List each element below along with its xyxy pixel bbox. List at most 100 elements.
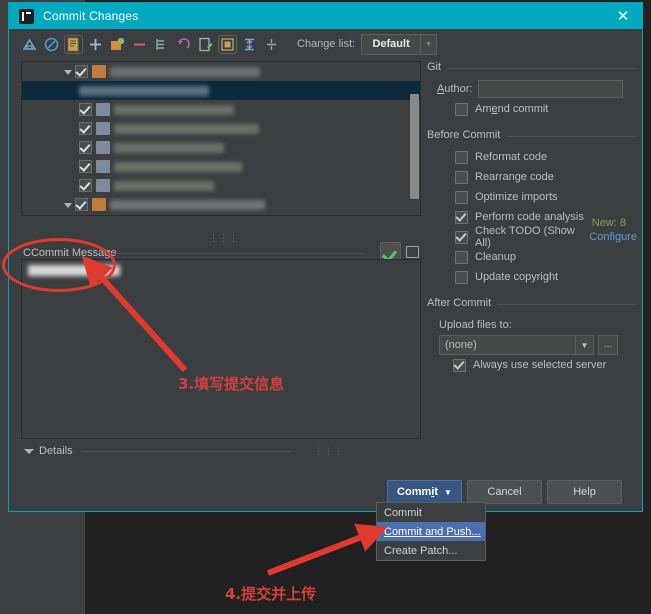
row-checkbox[interactable]	[79, 103, 92, 116]
expand-all-icon[interactable]	[263, 36, 280, 53]
collapse-all-icon[interactable]	[241, 36, 258, 53]
option-optimize-imports[interactable]: Optimize imports	[425, 187, 637, 207]
splitter-handle[interactable]: ⋮⋮⋮	[209, 233, 239, 244]
file-icon	[96, 103, 110, 116]
row-label-redacted	[114, 142, 224, 153]
show-diff-icon[interactable]	[21, 36, 38, 53]
always-use-server-label: Always use selected server	[473, 359, 607, 371]
help-button[interactable]: Help	[547, 480, 622, 504]
table-row[interactable]	[22, 214, 420, 215]
commit-button-label: Commit	[397, 486, 439, 498]
group-by-icon[interactable]	[153, 36, 170, 53]
commit-options-panel: Git Author: Amend commit Before Commit R…	[425, 61, 637, 377]
preview-diff-icon[interactable]	[218, 34, 237, 54]
perform-code-analysis-checkbox[interactable]	[455, 210, 468, 224]
tree-scrollbar[interactable]	[410, 94, 419, 199]
folder-icon	[92, 65, 106, 78]
cleanup-label: Cleanup	[475, 251, 516, 263]
changelist-combo[interactable]: Default ▼	[361, 33, 438, 55]
chevron-down-icon[interactable]: ▼	[444, 488, 452, 497]
rollback-icon[interactable]	[175, 36, 192, 53]
reformat-code-label: Reformat code	[475, 151, 548, 163]
table-row[interactable]	[22, 138, 420, 157]
row-label-redacted	[114, 180, 214, 191]
update-copyright-label: Update copyright	[475, 271, 559, 283]
chevron-down-icon[interactable]: ▼	[575, 336, 593, 354]
details-toggle[interactable]: Details	[23, 445, 73, 457]
always-use-server-checkbox[interactable]	[453, 358, 466, 372]
dialog-title: Commit Changes	[43, 9, 139, 23]
configure-todo-link[interactable]: Configure	[589, 231, 637, 243]
table-row[interactable]	[22, 62, 420, 81]
git-group: Git Author: Amend commit	[425, 61, 637, 119]
row-label-redacted	[114, 104, 234, 115]
author-label: Author:	[437, 83, 473, 95]
after-commit-group: After Commit Upload files to: (none) ▼ .…	[425, 297, 637, 375]
table-row[interactable]	[22, 157, 420, 176]
show-diff-editor-icon[interactable]	[197, 36, 214, 53]
group-separator	[425, 68, 637, 69]
row-label-redacted	[110, 199, 265, 210]
cleanup-checkbox[interactable]	[455, 250, 468, 264]
file-icon	[96, 141, 110, 154]
table-row[interactable]	[22, 100, 420, 119]
check-todo-checkbox[interactable]	[455, 230, 468, 244]
cancel-button[interactable]: Cancel	[467, 480, 542, 504]
option-reformat-code[interactable]: Reformat code	[425, 147, 637, 167]
rearrange-code-checkbox[interactable]	[455, 170, 468, 184]
row-label-redacted	[114, 161, 242, 172]
delete-icon[interactable]	[131, 36, 148, 53]
reformat-code-checkbox[interactable]	[455, 150, 468, 164]
changed-files-tree[interactable]	[21, 61, 421, 216]
option-perform-code-analysis[interactable]: Perform code analysis	[425, 207, 637, 227]
chevron-down-icon[interactable]	[62, 198, 75, 211]
update-copyright-checkbox[interactable]	[455, 270, 468, 284]
row-checkbox[interactable]	[79, 179, 92, 192]
menu-item-commit[interactable]: Commit	[377, 503, 485, 522]
commit-dropdown-menu[interactable]: Commit Commit and Push... Create Patch..…	[376, 502, 486, 561]
before-commit-title: Before Commit	[425, 129, 507, 141]
folder-icon	[92, 198, 106, 211]
row-checkbox[interactable]	[75, 65, 88, 78]
file-icon	[96, 160, 110, 173]
menu-item-commit-and-push[interactable]: Commit and Push...	[377, 522, 485, 541]
browse-servers-button[interactable]: ...	[598, 335, 618, 355]
option-cleanup[interactable]: Cleanup	[425, 247, 637, 267]
dialog-toolbar: Change list: Default ▼	[9, 29, 642, 59]
amend-commit-label: Amend commit	[475, 103, 549, 115]
changelist-value: Default	[372, 38, 410, 50]
amend-commit-checkbox[interactable]	[455, 102, 468, 116]
table-row[interactable]	[22, 195, 420, 214]
upload-server-value: (none)	[445, 339, 477, 351]
intellij-idea-icon	[19, 8, 34, 24]
details-label: Details	[39, 445, 73, 457]
move-to-changelist-icon[interactable]	[109, 36, 126, 53]
row-checkbox[interactable]	[79, 160, 92, 173]
author-field[interactable]	[478, 80, 624, 98]
menu-item-create-patch[interactable]: Create Patch...	[377, 541, 485, 560]
row-checkbox[interactable]	[79, 141, 92, 154]
row-checkbox[interactable]	[75, 198, 88, 211]
option-check-todo[interactable]: Check TODO (Show All) Configure	[425, 225, 637, 249]
details-separator	[81, 451, 291, 452]
chevron-down-icon[interactable]	[23, 445, 35, 457]
commit-button[interactable]: Commit ▼	[387, 480, 462, 504]
upload-server-combo[interactable]: (none) ▼	[439, 335, 594, 355]
chevron-down-icon[interactable]: ▼	[420, 34, 436, 54]
dialog-titlebar: Commit Changes ✕	[9, 3, 642, 29]
add-changelist-icon[interactable]	[87, 36, 104, 53]
optimize-imports-checkbox[interactable]	[455, 190, 468, 204]
table-row[interactable]	[22, 81, 420, 100]
chevron-down-icon[interactable]	[62, 65, 75, 78]
edit-changelist-icon[interactable]	[64, 34, 83, 54]
file-icon	[96, 122, 110, 135]
row-checkbox[interactable]	[79, 122, 92, 135]
close-icon[interactable]: ✕	[615, 8, 631, 24]
table-row[interactable]	[22, 176, 420, 195]
revert-icon[interactable]	[43, 36, 60, 53]
option-update-copyright[interactable]: Update copyright	[425, 267, 637, 287]
row-label-redacted	[110, 66, 260, 77]
option-rearrange-code[interactable]: Rearrange code	[425, 167, 637, 187]
details-splitter-handle[interactable]: ⋮⋮⋮	[314, 446, 344, 457]
table-row[interactable]	[22, 119, 420, 138]
